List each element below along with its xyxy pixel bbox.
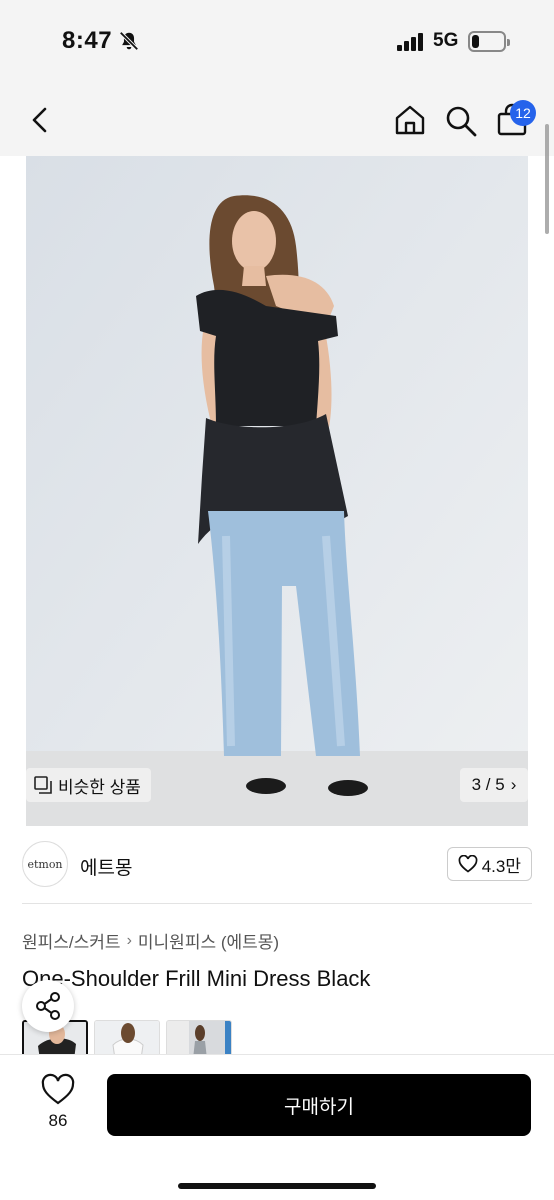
similar-products-label: 비슷한 상품 <box>58 777 141 797</box>
share-button[interactable] <box>22 980 74 1032</box>
breadcrumb-category[interactable]: 원피스/스커트 <box>22 928 121 953</box>
product-image[interactable] <box>26 156 528 826</box>
thumbnail-3[interactable] <box>166 1020 232 1058</box>
store-like-button[interactable]: 4.3만 <box>446 847 532 881</box>
cart-count-badge: 12 <box>510 100 536 126</box>
network-type: 5G <box>433 30 459 51</box>
share-icon <box>36 992 60 1020</box>
back-arrow-icon[interactable] <box>24 102 58 138</box>
store-logo[interactable]: etmon <box>22 841 68 887</box>
heart-icon <box>458 855 478 873</box>
chevron-right-icon: › <box>510 775 517 794</box>
divider <box>22 903 532 904</box>
status-time: 8:47 <box>62 27 113 54</box>
breadcrumb: 원피스/스커트 › 미니원피스 (에트몽) <box>22 928 279 953</box>
store-row: etmon 에트몽 4.3만 <box>22 841 532 889</box>
image-counter-button[interactable]: 3 / 5 › <box>460 768 528 802</box>
breadcrumb-subcategory[interactable]: 미니원피스 (에트몽) <box>138 928 279 953</box>
home-icon[interactable] <box>392 102 428 138</box>
wishlist-count: 86 <box>48 1111 68 1130</box>
image-counter: 3 / 5 <box>471 775 505 794</box>
buy-button[interactable]: 구매하기 <box>107 1074 531 1136</box>
scrollbar[interactable] <box>545 124 549 234</box>
store-name[interactable]: 에트몽 <box>80 853 132 880</box>
bottom-action-bar: 86 구매하기 <box>0 1054 554 1200</box>
store-like-count: 4.3만 <box>481 856 521 876</box>
search-icon[interactable] <box>444 102 478 138</box>
cellular-signal-icon <box>397 33 425 51</box>
top-nav <box>0 84 554 156</box>
stacked-squares-icon <box>34 776 52 794</box>
similar-products-button[interactable]: 비슷한 상품 <box>26 768 151 802</box>
battery-icon <box>468 31 510 52</box>
wishlist-button[interactable]: 86 <box>30 1073 86 1137</box>
home-indicator <box>178 1183 376 1189</box>
status-bar: 8:47 5G <box>0 0 554 84</box>
product-title: One-Shoulder Frill Mini Dress Black <box>22 966 371 991</box>
thumbnail-2[interactable] <box>94 1020 160 1058</box>
breadcrumb-separator: › <box>126 931 132 949</box>
heart-icon <box>41 1073 75 1105</box>
bell-slash-icon <box>119 31 139 51</box>
